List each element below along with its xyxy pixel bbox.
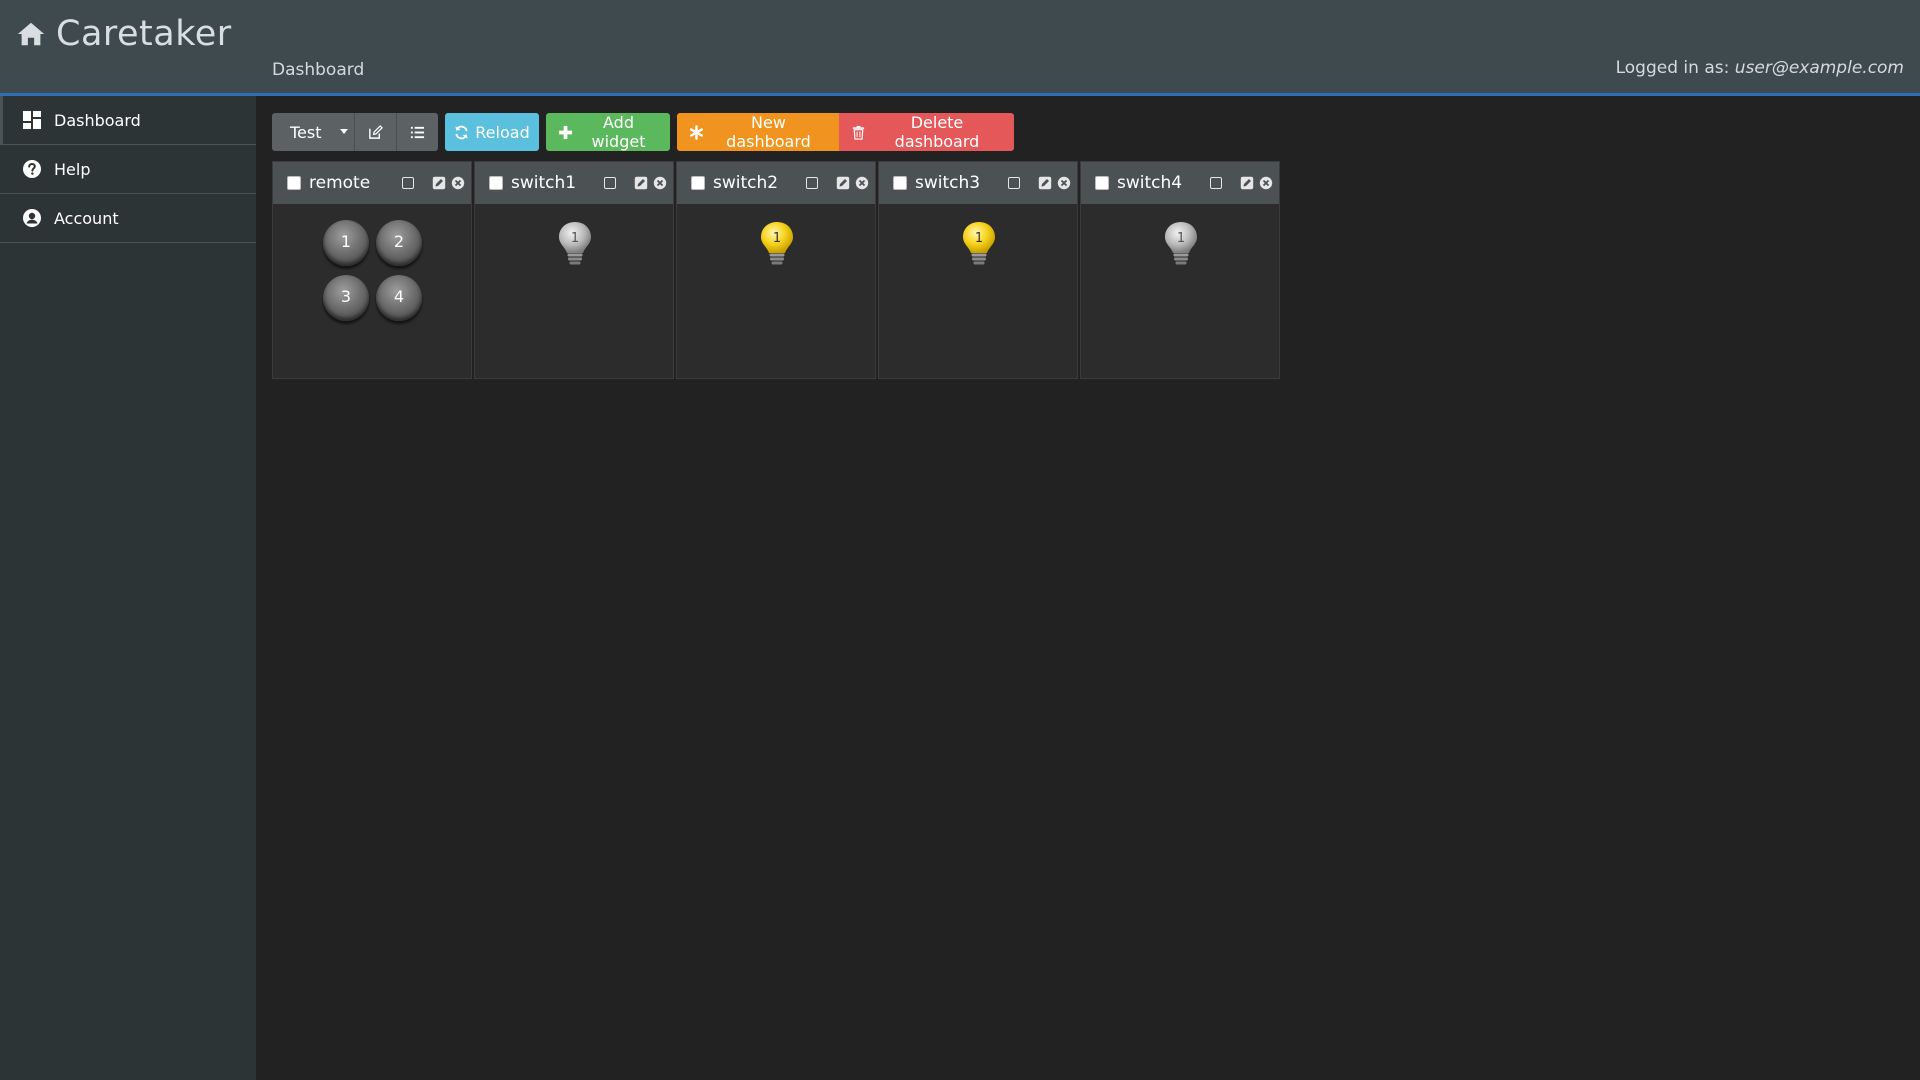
dashboard-select-value: Test xyxy=(290,122,322,142)
bulb-label: 1 xyxy=(773,231,781,246)
widget-title: remote xyxy=(309,173,371,193)
widget-header[interactable]: switch1 xyxy=(475,162,673,204)
widget-body: 1 2 3 4 xyxy=(273,204,471,378)
widget-select-checkbox[interactable] xyxy=(287,176,301,190)
widget-body: 1 xyxy=(1081,204,1279,378)
bulb-label: 1 xyxy=(571,231,579,246)
new-dashboard-button[interactable]: New dashboard xyxy=(677,113,839,151)
account-icon xyxy=(22,208,42,228)
widget-title: switch4 xyxy=(1117,173,1183,193)
edit-icon[interactable] xyxy=(634,176,648,190)
edit-icon xyxy=(368,124,383,140)
widget-title: switch1 xyxy=(511,173,577,193)
reload-label: Reload xyxy=(475,122,530,142)
sidebar: Dashboard Help Account xyxy=(0,96,256,1080)
lightbulb-off-icon[interactable]: 1 xyxy=(1161,220,1201,270)
widget-header[interactable]: switch3 xyxy=(879,162,1077,204)
sidebar-item-help[interactable]: Help xyxy=(0,145,256,194)
add-widget-label: Add widget xyxy=(591,113,646,151)
widget-switch3: switch3 1 xyxy=(878,161,1078,379)
brand[interactable]: Caretaker xyxy=(16,12,232,56)
edit-icon[interactable] xyxy=(1038,176,1052,190)
remote-button-4[interactable]: 4 xyxy=(376,275,422,321)
refresh-icon xyxy=(454,125,469,140)
dashboard-toolbar: Test Reload Add widget New dashboard Del… xyxy=(272,113,1014,151)
remote-button-1[interactable]: 1 xyxy=(323,220,369,266)
delete-dashboard-label: Delete dashboard xyxy=(894,113,980,151)
lightbulb-on-icon[interactable]: 1 xyxy=(959,220,999,270)
login-prefix: Logged in as: xyxy=(1615,58,1735,78)
bulb-label: 1 xyxy=(975,231,983,246)
widget-title: switch3 xyxy=(915,173,981,193)
login-user[interactable]: user@example.com xyxy=(1735,58,1904,78)
home-icon xyxy=(16,19,46,49)
edit-icon[interactable] xyxy=(836,176,850,190)
sidebar-item-dashboard[interactable]: Dashboard xyxy=(0,96,256,145)
widget-select-checkbox[interactable] xyxy=(893,176,907,190)
delete-dashboard-button[interactable]: Delete dashboard xyxy=(839,113,1014,151)
maximize-icon[interactable] xyxy=(402,177,414,189)
sidebar-item-label: Help xyxy=(54,159,91,179)
top-header: Caretaker Dashboard Logged in as: user@e… xyxy=(0,0,1920,96)
remote-button-grid: 1 2 3 4 xyxy=(323,220,423,321)
close-icon[interactable] xyxy=(1259,176,1273,190)
edit-icon[interactable] xyxy=(432,176,446,190)
dashboard-select[interactable]: Test xyxy=(272,113,354,151)
maximize-icon[interactable] xyxy=(1210,177,1222,189)
new-dashboard-label: New dashboard xyxy=(726,113,811,151)
lightbulb-on-icon[interactable]: 1 xyxy=(757,220,797,270)
close-icon[interactable] xyxy=(653,176,667,190)
widget-title: switch2 xyxy=(713,173,779,193)
sidebar-item-account[interactable]: Account xyxy=(0,194,256,243)
login-info: Logged in as: user@example.com xyxy=(1616,58,1904,78)
widget-select-checkbox[interactable] xyxy=(489,176,503,190)
widget-switch1: switch1 1 xyxy=(474,161,674,379)
close-icon[interactable] xyxy=(1057,176,1071,190)
widget-header[interactable]: switch2 xyxy=(677,162,875,204)
help-icon xyxy=(22,159,42,179)
lightbulb-off-icon[interactable]: 1 xyxy=(555,220,595,270)
close-icon[interactable] xyxy=(451,176,465,190)
sidebar-item-label: Account xyxy=(54,208,119,228)
trash-icon xyxy=(851,125,866,140)
caret-down-icon xyxy=(340,129,348,134)
maximize-icon[interactable] xyxy=(604,177,616,189)
asterisk-icon xyxy=(689,124,704,140)
remote-button-2[interactable]: 2 xyxy=(376,220,422,266)
widget-controls xyxy=(604,176,667,190)
breadcrumb: Dashboard xyxy=(272,60,365,80)
reload-button[interactable]: Reload xyxy=(445,113,539,151)
list-view-button[interactable] xyxy=(396,113,438,151)
widget-select-checkbox[interactable] xyxy=(691,176,705,190)
widget-switch2: switch2 1 xyxy=(676,161,876,379)
sidebar-item-label: Dashboard xyxy=(54,110,141,130)
widget-controls xyxy=(1210,176,1273,190)
add-widget-button[interactable]: Add widget xyxy=(546,113,670,151)
widget-controls xyxy=(806,176,869,190)
widget-body: 1 xyxy=(879,204,1077,378)
widget-controls xyxy=(1008,176,1071,190)
widget-body: 1 xyxy=(475,204,673,378)
widget-header[interactable]: remote xyxy=(273,162,471,204)
edit-dashboard-button[interactable] xyxy=(354,113,396,151)
maximize-icon[interactable] xyxy=(806,177,818,189)
maximize-icon[interactable] xyxy=(1008,177,1020,189)
list-icon xyxy=(410,125,425,140)
plus-icon xyxy=(558,125,573,140)
edit-icon[interactable] xyxy=(1240,176,1254,190)
widget-remote: remote 1 2 3 4 xyxy=(272,161,472,379)
widget-switch4: switch4 1 xyxy=(1080,161,1280,379)
dashboard-icon xyxy=(22,110,42,130)
widget-header[interactable]: switch4 xyxy=(1081,162,1279,204)
close-icon[interactable] xyxy=(855,176,869,190)
widget-select-checkbox[interactable] xyxy=(1095,176,1109,190)
widget-grid: remote 1 2 3 4 switch1 1 switch2 1 switc… xyxy=(272,161,1282,379)
bulb-label: 1 xyxy=(1177,231,1185,246)
remote-button-3[interactable]: 3 xyxy=(323,275,369,321)
widget-controls xyxy=(402,176,465,190)
widget-body: 1 xyxy=(677,204,875,378)
app-title: Caretaker xyxy=(56,14,232,54)
